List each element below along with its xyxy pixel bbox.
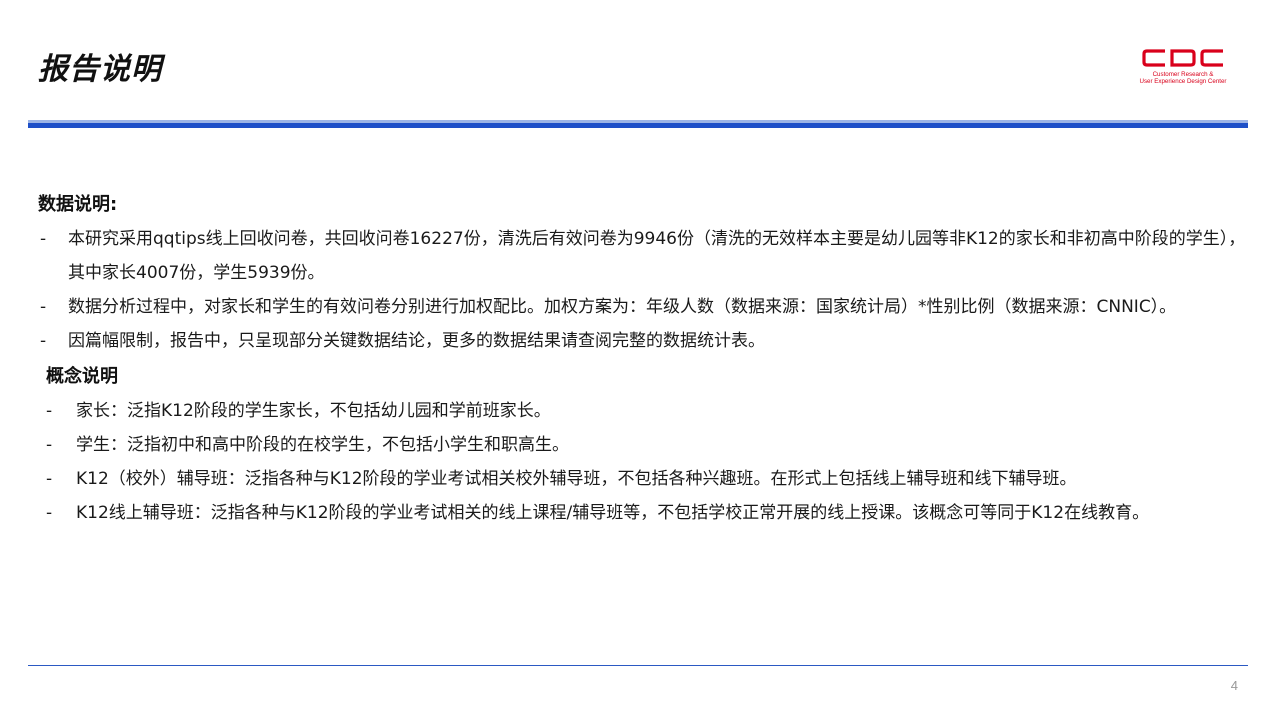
header-divider: [28, 123, 1248, 128]
list-item: - K12线上辅导班：泛指各种与K12阶段的学业考试相关的线上课程/辅导班等，不…: [38, 496, 1248, 530]
footer-divider: [28, 665, 1248, 666]
list-item: - 因篇幅限制，报告中，只呈现部分关键数据结论，更多的数据结果请查阅完整的数据统…: [38, 324, 1248, 358]
list-item-text: 数据分析过程中，对家长和学生的有效问卷分别进行加权配比。加权方案为：年级人数（数…: [68, 297, 1177, 317]
data-notes-heading: 数据说明:: [38, 194, 118, 215]
concept-notes-list: - 家长：泛指K12阶段的学生家长，不包括幼儿园和学前班家长。 - 学生：泛指初…: [38, 394, 1248, 530]
list-item: - 学生：泛指初中和高中阶段的在校学生，不包括小学生和职高生。: [38, 428, 1248, 462]
list-item: - 家长：泛指K12阶段的学生家长，不包括幼儿园和学前班家长。: [38, 394, 1248, 428]
list-item-text: 学生：泛指初中和高中阶段的在校学生，不包括小学生和职高生。: [76, 435, 569, 455]
list-item-text: 因篇幅限制，报告中，只呈现部分关键数据结论，更多的数据结果请查阅完整的数据统计表…: [68, 331, 765, 351]
bullet-dash: -: [40, 331, 47, 351]
logo-subtitle-line2: User Experience Design Center: [1139, 78, 1227, 85]
cdc-logo-mark: [1142, 49, 1223, 67]
page-number: 4: [1230, 678, 1238, 693]
bullet-dash: -: [46, 469, 53, 489]
logo-subtitle-line1: Customer Research &: [1152, 71, 1214, 78]
bullet-dash: -: [46, 435, 53, 455]
list-item: - K12（校外）辅导班：泛指各种与K12阶段的学业考试相关校外辅导班，不包括各…: [38, 462, 1248, 496]
bullet-dash: -: [40, 297, 47, 317]
list-item-text: 本研究采用qqtips线上回收问卷，共回收问卷16227份，清洗后有效问卷为99…: [68, 229, 1246, 283]
list-item-text: K12线上辅导班：泛指各种与K12阶段的学业考试相关的线上课程/辅导班等，不包括…: [76, 503, 1150, 523]
bullet-dash: -: [46, 503, 53, 523]
cdc-logo: Customer Research & User Experience Desi…: [1138, 48, 1228, 88]
data-notes-list: - 本研究采用qqtips线上回收问卷，共回收问卷16227份，清洗后有效问卷为…: [38, 222, 1248, 358]
list-item: - 本研究采用qqtips线上回收问卷，共回收问卷16227份，清洗后有效问卷为…: [38, 222, 1248, 290]
page-title: 报告说明: [38, 52, 162, 87]
list-item-text: K12（校外）辅导班：泛指各种与K12阶段的学业考试相关校外辅导班，不包括各种兴…: [76, 469, 1077, 489]
list-item-text: 家长：泛指K12阶段的学生家长，不包括幼儿园和学前班家长。: [76, 401, 551, 421]
bullet-dash: -: [40, 229, 47, 249]
bullet-dash: -: [46, 401, 53, 421]
report-notes: 数据说明: - 本研究采用qqtips线上回收问卷，共回收问卷16227份，清洗…: [38, 188, 1248, 530]
list-item: - 数据分析过程中，对家长和学生的有效问卷分别进行加权配比。加权方案为：年级人数…: [38, 290, 1248, 324]
concept-notes-heading: 概念说明: [46, 366, 118, 387]
